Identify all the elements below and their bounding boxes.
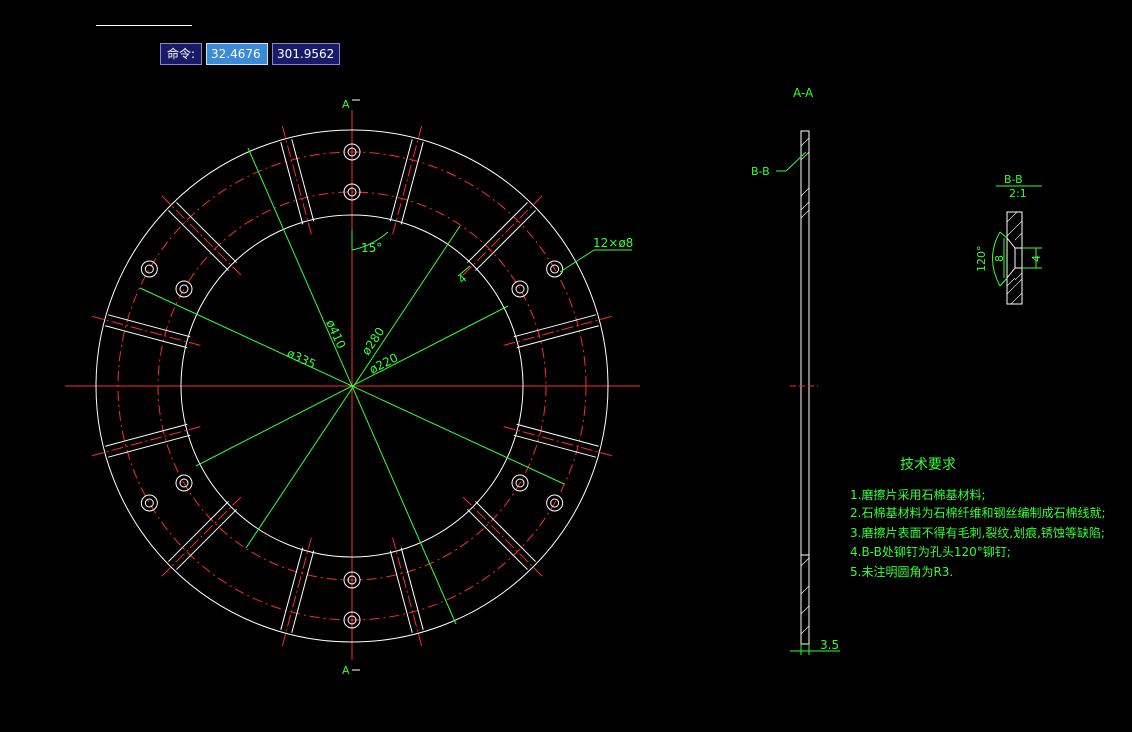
detail-title: B-B [1004,173,1023,186]
rivet-hole-inner [144,498,154,508]
section-body [800,130,810,645]
detail-view: B-B 2:1 120° 8 4 [975,173,1043,305]
slot-edge [108,314,191,338]
slot-centerline [462,496,545,579]
detail-angle: 120° [975,246,988,273]
slot-edge [168,210,229,271]
slot-centerline [392,123,423,235]
slot-edge [400,142,424,225]
slot-centerline [89,426,201,457]
slot-edge [513,314,596,338]
slot-edge [389,139,413,222]
slot-edge [513,434,596,458]
slot-edge [400,547,424,630]
slot-centerline [462,193,545,276]
section-mark-top: A [342,98,350,111]
rivet-hole [511,280,529,298]
slot-centerline [392,537,423,649]
angle-ext-b [999,277,1008,287]
slot-edge [105,423,188,447]
slot-edge [105,325,188,349]
slot-edge [467,509,528,570]
angle-label: 15° [361,241,382,255]
slot-edge [108,434,191,458]
rivet-hole-inner [179,284,189,294]
section-view: A-A B-B 3.5 [751,86,840,655]
slot-centerline [503,426,615,457]
rivet-hole [140,494,158,512]
angle-ext-a [999,231,1008,239]
slot-edge [280,547,304,630]
dim-280-line [245,225,461,549]
note-item-5: 5.未注明圆角为R3. [850,564,953,579]
drawing-canvas[interactable]: 15° 12×ø8 ø410 ø335 ø280 ø220 4 A A A-A [0,0,1132,732]
slot-edge [291,550,315,633]
dim-410-label: ø410 [323,318,348,351]
slot-edge [467,202,528,263]
slot-centerline [281,537,312,649]
hole-note: 12×ø8 [593,236,633,250]
rivet-hole [175,280,193,298]
note-item-1: 1.磨擦片采用石棉基材料; [850,488,986,502]
detail-dim-4: 4 [1030,255,1043,262]
slot-edge [475,210,536,271]
slot-centerline [281,123,312,235]
slot-edge [516,423,599,447]
slot-edge [176,202,237,263]
slot-edge [280,142,304,225]
slot-centerline [503,315,615,346]
section-title: A-A [793,86,814,100]
slot-edge [291,139,315,222]
technical-notes: 技术要求 1.磨擦片采用石棉基材料; 2.石棉基材料为石棉纤维和钢丝编制成石棉线… [850,457,1106,579]
thickness-label: 3.5 [820,638,839,652]
dim-4-label: 4 [456,272,470,286]
slot-edge [516,325,599,349]
slot-centerline [89,315,201,346]
section-hatch-bottom [800,557,810,635]
slot-edge [176,509,237,570]
section-hatch-top [800,137,810,219]
slot-centerline [159,496,242,579]
slot-edge [475,501,536,562]
slot-edge [168,501,229,562]
detail-dim-8: 8 [993,255,1006,262]
countersink-profile [1006,237,1016,279]
bb-leader-line [785,151,807,172]
slot-centerline [159,193,242,276]
hole-leader-line [559,249,595,273]
bb-label: B-B [751,165,770,178]
dim-335-label: ø335 [285,346,318,371]
main-view: 15° 12×ø8 ø410 ø335 ø280 ø220 4 A A [65,98,640,677]
notes-title: 技术要求 [900,457,956,473]
detail-scale: 2:1 [1009,187,1027,200]
rivet-hole-inner [515,284,525,294]
rivet-hole-inner [144,264,154,274]
note-item-4: 4.B-B处铆钉为孔头120°铆钉; [850,544,1011,559]
note-item-3: 3.磨擦片表面不得有毛刺,裂纹,划痕,锈蚀等缺陷; [850,525,1105,540]
section-mark-bottom: A [342,664,350,677]
note-item-2: 2.石棉基材料为石棉纤维和钢丝编制成石棉线就; [850,505,1106,520]
rivet-hole [140,260,158,278]
slot-edge [389,550,413,633]
